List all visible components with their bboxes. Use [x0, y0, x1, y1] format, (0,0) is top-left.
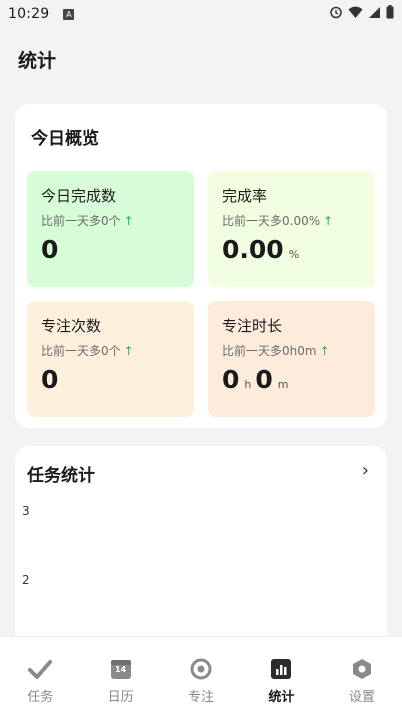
tile-value: 0	[41, 235, 59, 264]
status-bar: 10:29 A	[0, 0, 402, 28]
wifi-icon	[348, 6, 363, 23]
task-stats-title: 任务统计	[27, 466, 95, 486]
status-time: 10:29	[8, 6, 50, 22]
tile-label: 今日完成数	[41, 187, 117, 205]
tab-settings[interactable]: 设置	[322, 637, 402, 716]
task-stats-card[interactable]: 任务统计 › 3 2	[15, 446, 387, 646]
bottom-tab-bar: 任务 14 日历 专注 统计 设置	[0, 636, 402, 716]
tile-compare-text: 比前一天多0个	[41, 344, 121, 358]
calendar-icon: 14	[109, 657, 133, 681]
up-arrow-icon: ↑	[123, 343, 134, 358]
check-icon	[28, 657, 53, 681]
tile-compare-text: 比前一天多0h0m	[222, 344, 317, 358]
completion-rate-tile: 完成率 比前一天多0.00% ↑ 0.00 %	[208, 171, 375, 287]
focus-count-tile: 专注次数 比前一天多0个 ↑ 0	[27, 301, 194, 417]
tab-label: 统计	[268, 690, 295, 705]
tab-label: 专注	[188, 690, 215, 705]
tile-unit-hours: h	[244, 378, 252, 391]
tile-label: 专注时长	[222, 317, 283, 335]
tab-label: 设置	[348, 690, 375, 705]
focus-duration-tile: 专注时长 比前一天多0h0m ↑ 0 h 0 m	[208, 301, 375, 417]
tile-value-minutes: 0	[255, 365, 273, 394]
y-tick-label: 2	[22, 573, 30, 587]
tile-value: 0	[41, 365, 59, 394]
y-tick-label: 3	[22, 504, 30, 518]
tab-label: 日历	[107, 690, 134, 705]
status-icons	[329, 5, 394, 23]
up-arrow-icon: ↑	[123, 213, 134, 228]
tile-compare-text: 比前一天多0.00%	[222, 214, 321, 228]
bar-chart-icon	[269, 657, 293, 681]
tile-value-hours: 0	[222, 365, 240, 394]
notification-a-icon: A	[63, 8, 75, 20]
tab-label: 任务	[27, 690, 54, 705]
hexagon-gear-icon	[350, 657, 374, 681]
completed-count-tile: 今日完成数 比前一天多0个 ↑ 0	[27, 171, 194, 287]
calendar-day-badge: 14	[115, 665, 127, 674]
up-arrow-icon: ↑	[319, 343, 330, 358]
alarm-icon	[329, 5, 343, 23]
overview-title: 今日概览	[31, 129, 99, 149]
today-overview-card: 今日概览 今日完成数 比前一天多0个 ↑ 0 完成率 比前一天多0.00% ↑ …	[15, 104, 387, 428]
page-title: 统计	[18, 50, 57, 72]
tile-value: 0.00	[222, 235, 284, 264]
up-arrow-icon: ↑	[323, 213, 334, 228]
tab-calendar[interactable]: 14 日历	[80, 637, 160, 716]
tab-tasks[interactable]: 任务	[0, 637, 80, 716]
chevron-right-icon[interactable]: ›	[362, 460, 369, 481]
tile-unit-minutes: m	[277, 378, 289, 391]
signal-icon	[368, 6, 381, 23]
tab-focus[interactable]: 专注	[161, 637, 241, 716]
tile-unit: %	[288, 248, 300, 261]
tile-label: 专注次数	[41, 317, 102, 335]
tile-label: 完成率	[222, 187, 268, 205]
battery-icon	[386, 5, 394, 23]
tile-compare-text: 比前一天多0个	[41, 214, 121, 228]
tab-stats[interactable]: 统计	[241, 637, 321, 716]
target-icon	[189, 657, 213, 681]
